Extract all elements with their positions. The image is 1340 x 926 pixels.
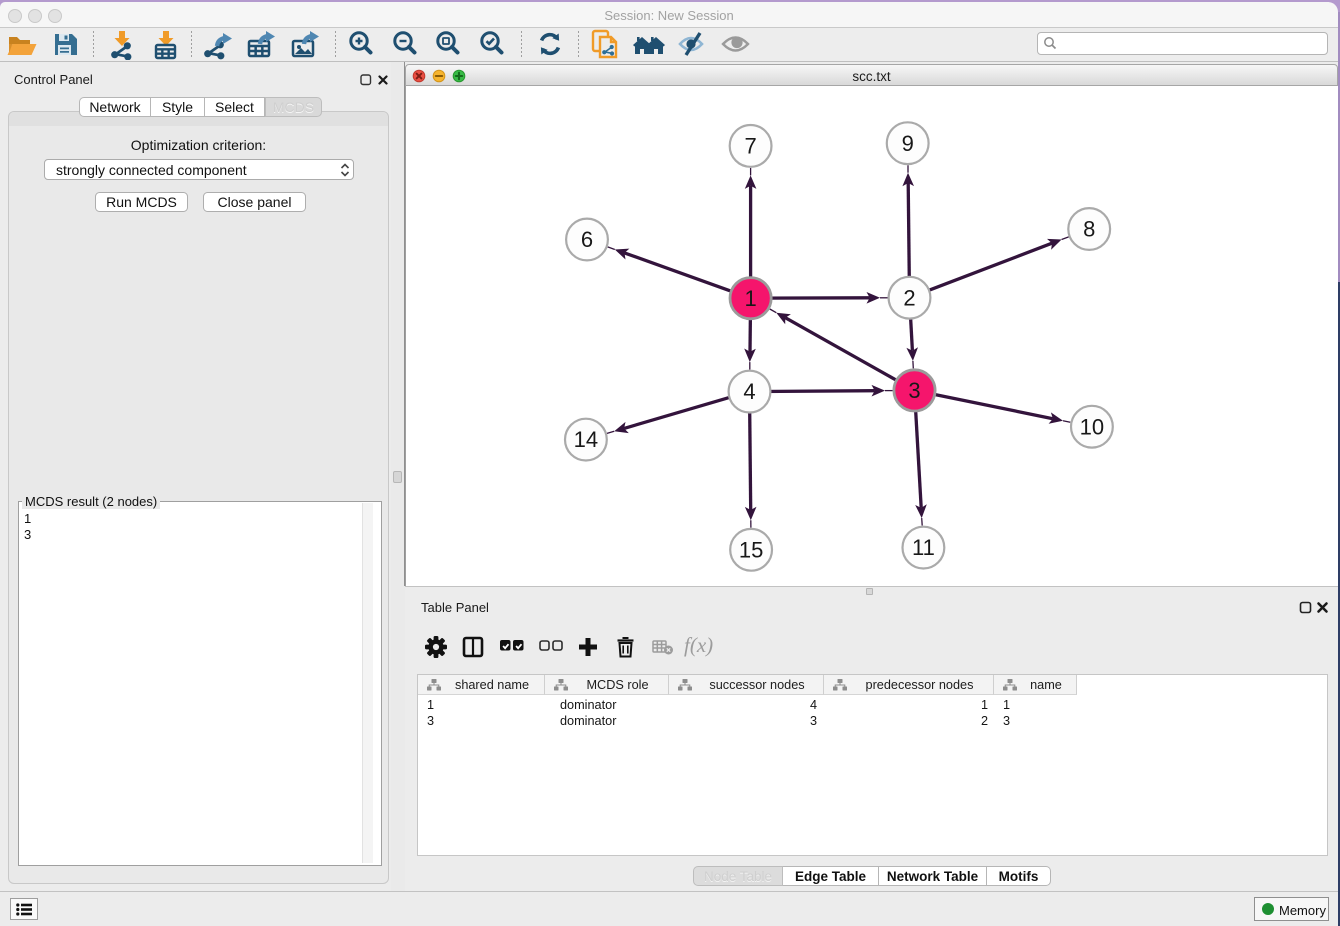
svg-text:10: 10 [1080,414,1104,439]
svg-text:9: 9 [902,131,914,156]
svg-text:3: 3 [908,378,920,403]
svg-text:6: 6 [581,227,593,252]
svg-text:2: 2 [903,285,915,310]
svg-text:11: 11 [912,535,935,560]
svg-text:14: 14 [574,427,598,452]
svg-text:7: 7 [744,134,756,159]
svg-text:15: 15 [739,537,763,562]
svg-text:8: 8 [1083,217,1095,242]
svg-text:1: 1 [744,286,756,311]
svg-text:4: 4 [743,379,755,404]
